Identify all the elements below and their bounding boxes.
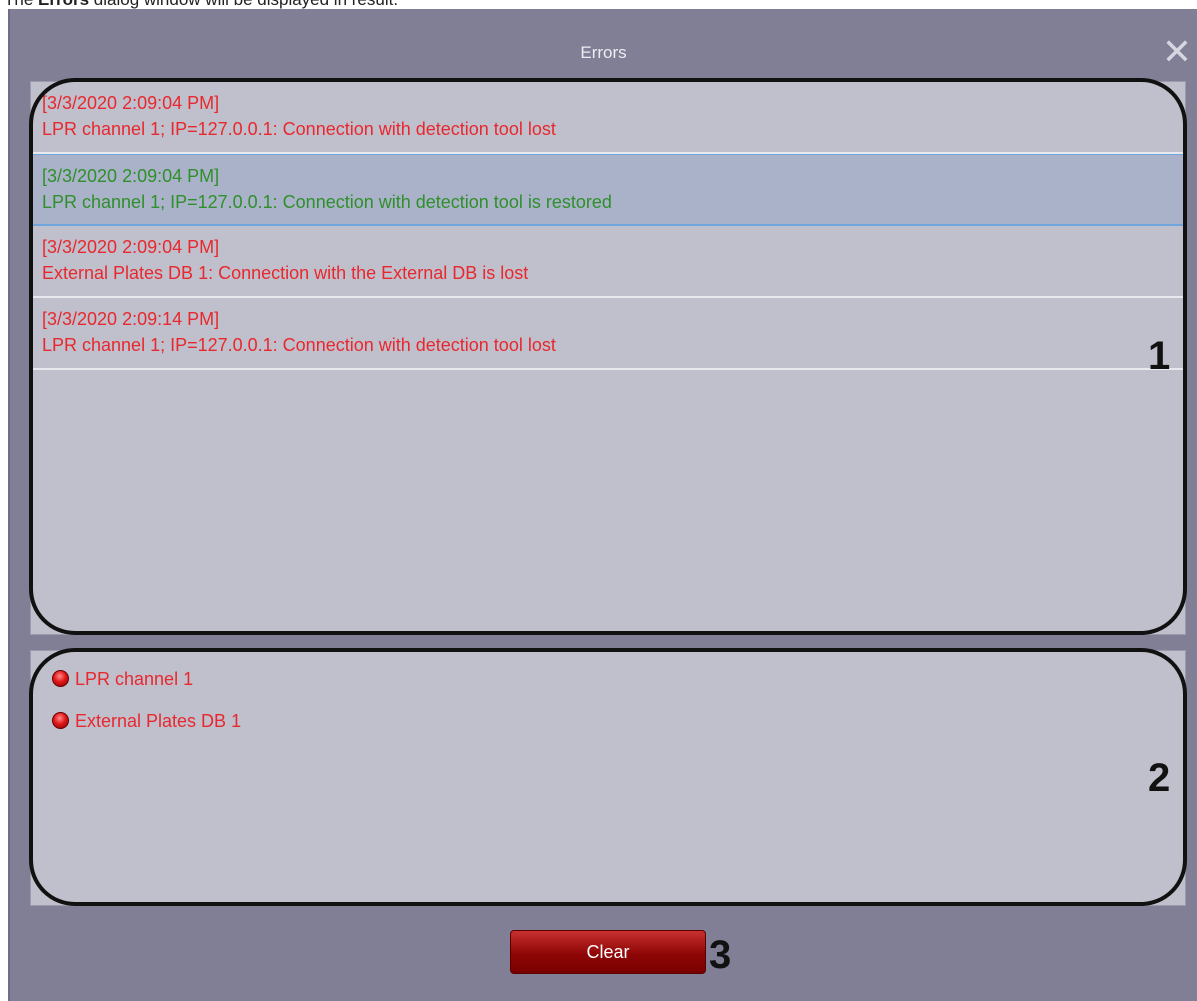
log-entry-message: External Plates DB 1: Connection with th… xyxy=(42,263,529,283)
log-entry[interactable]: [3/3/2020 2:09:14 PM] LPR channel 1; IP=… xyxy=(31,298,1185,370)
log-entry[interactable]: [3/3/2020 2:09:04 PM] External Plates DB… xyxy=(31,226,1185,298)
red-status-led-icon xyxy=(52,670,69,688)
log-entry-message: LPR channel 1; IP=127.0.0.1: Connection … xyxy=(42,119,556,139)
close-icon[interactable]: ✕ xyxy=(1160,34,1194,71)
log-entry-message: LPR channel 1; IP=127.0.0.1: Connection … xyxy=(42,335,556,355)
log-entry-selected[interactable]: [3/3/2020 2:09:04 PM] LPR channel 1; IP=… xyxy=(31,154,1185,226)
caption-bold: Errors xyxy=(38,0,89,9)
status-item-label: LPR channel 1 xyxy=(75,669,194,689)
red-status-led-icon xyxy=(52,712,69,730)
doc-caption: The Errors dialog window will be display… xyxy=(4,0,398,9)
clear-button[interactable]: Clear xyxy=(510,930,706,974)
log-entry-message: LPR channel 1; IP=127.0.0.1: Connection … xyxy=(42,192,612,212)
log-entry-timestamp: [3/3/2020 2:09:04 PM] xyxy=(42,237,220,257)
log-entry[interactable]: [3/3/2020 2:09:04 PM] LPR channel 1; IP=… xyxy=(31,82,1185,154)
caption-suffix: dialog window will be displayed in resul… xyxy=(89,0,398,9)
callout-marker-1: 1 xyxy=(1148,334,1171,378)
log-entry-timestamp: [3/3/2020 2:09:04 PM] xyxy=(42,166,220,186)
callout-marker-2: 2 xyxy=(1148,756,1171,800)
object-status-list[interactable]: LPR channel 1 External Plates DB 1 xyxy=(30,650,1186,906)
error-log-list[interactable]: [3/3/2020 2:09:04 PM] LPR channel 1; IP=… xyxy=(30,81,1186,635)
log-entry-timestamp: [3/3/2020 2:09:04 PM] xyxy=(42,93,220,113)
log-entry-timestamp: [3/3/2020 2:09:14 PM] xyxy=(42,309,220,329)
dialog-title: Errors xyxy=(580,43,627,62)
status-item-external-plates-db[interactable]: External Plates DB 1 xyxy=(52,707,241,735)
status-item-label: External Plates DB 1 xyxy=(75,711,242,731)
callout-marker-3: 3 xyxy=(709,933,732,977)
caption-prefix: The xyxy=(4,0,38,9)
status-item-lpr-channel[interactable]: LPR channel 1 xyxy=(52,665,193,693)
